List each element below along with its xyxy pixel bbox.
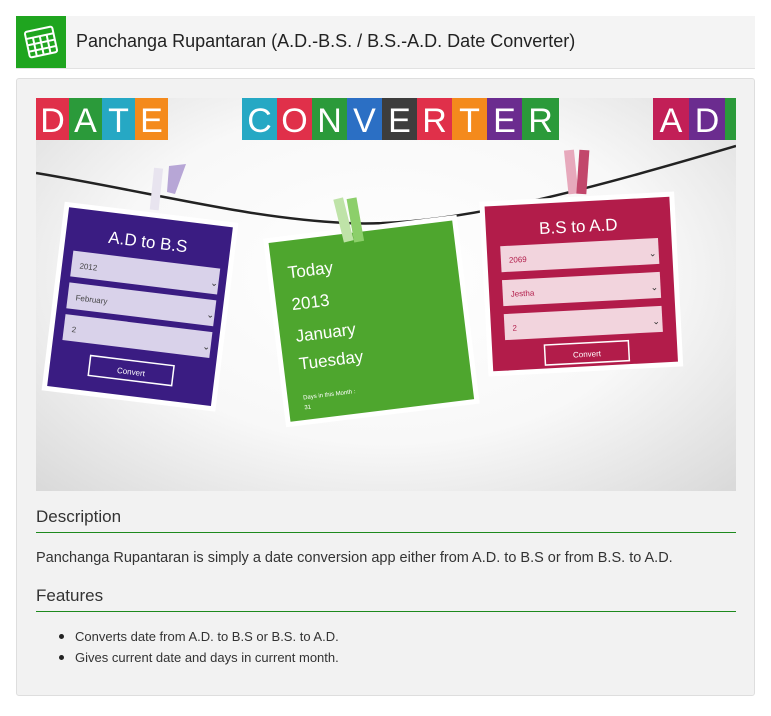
description-heading: Description — [36, 507, 122, 526]
tile-letter: E — [388, 102, 411, 140]
list-item: Converts date from A.D. to B.S or B.S. t… — [57, 626, 339, 647]
tile-letter: R — [528, 102, 553, 140]
calendar-icon — [16, 16, 66, 68]
tile-letter: A — [74, 102, 97, 140]
page-title: Panchanga Rupantaran (A.D.-B.S. / B.S.-A… — [76, 31, 576, 51]
app-details-card: D A T E C O N V E R T E R A D A.D to B.S… — [16, 78, 755, 696]
list-item: Gives current date and days in current m… — [57, 647, 339, 668]
ad-to-bs-card: A.D to B.S 2012 February 2 ⌄ ⌄ ⌄ Convert — [41, 201, 239, 412]
tile-letter: E — [140, 102, 163, 140]
app-header: Panchanga Rupantaran (A.D.-B.S. / B.S.-A… — [16, 16, 755, 69]
tile-letter: E — [493, 102, 516, 140]
tile-letter: D — [695, 102, 720, 140]
clothespin-pink — [563, 149, 590, 195]
tile-letter: D — [40, 102, 65, 140]
chevron-down-icon: ⌄ — [202, 341, 211, 352]
features-list: Converts date from A.D. to B.S or B.S. t… — [57, 626, 339, 668]
banner-title-tiles-middle: C O N V E R T E R — [242, 98, 559, 140]
tile-letter: T — [108, 102, 129, 140]
tile-letter: R — [422, 102, 447, 140]
tile-letter: N — [317, 102, 342, 140]
tile-letter: T — [459, 102, 480, 140]
chevron-down-icon: ⌄ — [210, 278, 219, 289]
bs-to-ad-month-value: Jestha — [510, 288, 535, 298]
banner-title-tiles-left: D A T E — [36, 98, 168, 140]
banner-title-tiles-right: A D — [653, 98, 736, 140]
tile-letter: O — [281, 102, 307, 140]
chevron-down-icon: ⌄ — [649, 248, 657, 258]
chevron-down-icon: ⌄ — [206, 309, 215, 320]
clothespin-purple — [149, 164, 186, 211]
chevron-down-icon: ⌄ — [650, 282, 658, 292]
bs-to-ad-card: B.S to A.D 2069 Jestha 2 ⌄ ⌄ ⌄ Convert — [479, 191, 684, 377]
features-divider — [36, 611, 736, 612]
app-banner-image: D A T E C O N V E R T E R A D A.D to B.S… — [36, 98, 736, 491]
description-text: Panchanga Rupantaran is simply a date co… — [36, 550, 673, 566]
bs-to-ad-convert-label: Convert — [573, 349, 602, 359]
chevron-down-icon: ⌄ — [652, 316, 660, 326]
tile-letter: A — [660, 102, 683, 140]
tile-letter: V — [353, 102, 376, 140]
features-heading: Features — [36, 586, 104, 605]
tile-letter: C — [247, 102, 272, 140]
today-card: Today 2013 January Tuesday Days in this … — [262, 214, 480, 428]
description-divider — [36, 532, 736, 533]
bs-to-ad-year-value: 2069 — [509, 255, 528, 265]
